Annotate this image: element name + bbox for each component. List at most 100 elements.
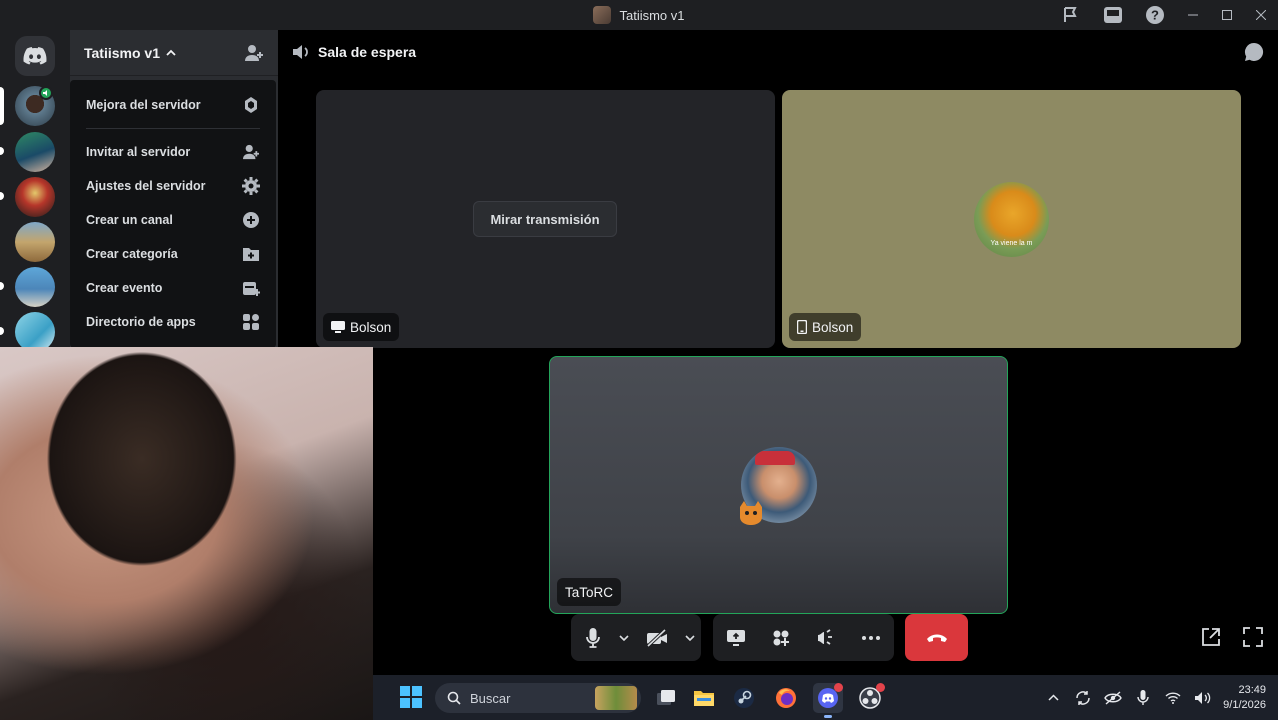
tile-username: Bolson bbox=[812, 319, 854, 335]
menu-item-label: Ajustes del servidor bbox=[86, 179, 206, 193]
photo-overlay-image bbox=[0, 347, 373, 720]
unread-pill bbox=[0, 282, 4, 290]
title-bar: Tatiismo v1 ? bbox=[0, 0, 1278, 30]
menu-item-create-category[interactable]: Crear categoría bbox=[78, 237, 268, 271]
screen-share-icon bbox=[331, 321, 345, 333]
server-icon-6[interactable] bbox=[15, 312, 55, 352]
wifi-icon[interactable] bbox=[1158, 675, 1188, 720]
mobile-user-tile[interactable]: Ya viene la m Bolson bbox=[782, 90, 1241, 348]
audio-options-button[interactable] bbox=[615, 614, 633, 661]
tile-user-label: TaToRC bbox=[557, 578, 622, 606]
notification-badge bbox=[834, 683, 843, 692]
speaker-icon bbox=[293, 45, 308, 59]
taskbar-search[interactable]: Buscar bbox=[435, 683, 641, 713]
menu-item-server-boost[interactable]: Mejora del servidor bbox=[78, 88, 268, 122]
share-screen-button[interactable] bbox=[713, 614, 758, 661]
flag-icon[interactable] bbox=[1050, 0, 1092, 30]
menu-item-app-directory[interactable]: Directorio de apps bbox=[78, 305, 268, 339]
windows-start-button[interactable] bbox=[400, 686, 422, 713]
volume-icon[interactable] bbox=[1188, 675, 1218, 720]
cat-decoration-icon bbox=[736, 497, 766, 527]
obs-button[interactable] bbox=[855, 683, 885, 713]
menu-divider bbox=[86, 128, 260, 129]
search-highlight-image bbox=[595, 686, 637, 710]
steam-button[interactable] bbox=[729, 683, 759, 713]
clock-time: 23:49 bbox=[1238, 683, 1266, 696]
system-clock[interactable]: 23:49 9/1/2026 bbox=[1218, 683, 1278, 713]
audio-video-controls bbox=[571, 614, 701, 661]
server-icon-3[interactable] bbox=[15, 177, 55, 217]
server-dropdown-menu: Mejora del servidor Invitar al servidor … bbox=[70, 80, 276, 348]
server-header[interactable]: Tatiismo v1 bbox=[70, 30, 278, 76]
folder-icon bbox=[694, 691, 714, 706]
title-bar-actions: ? bbox=[1050, 0, 1278, 30]
server-icon-4[interactable] bbox=[15, 222, 55, 262]
help-icon[interactable]: ? bbox=[1134, 0, 1176, 30]
search-icon bbox=[447, 691, 461, 705]
minimize-button[interactable] bbox=[1176, 0, 1210, 30]
steam-icon bbox=[734, 688, 754, 708]
task-view-icon bbox=[657, 690, 675, 705]
menu-item-create-channel[interactable]: Crear un canal bbox=[78, 203, 268, 237]
santa-hat bbox=[755, 451, 795, 465]
menu-item-label: Directorio de apps bbox=[86, 315, 196, 329]
menu-item-server-settings[interactable]: Ajustes del servidor bbox=[78, 169, 268, 203]
activities-button[interactable] bbox=[758, 614, 803, 661]
stream-tile[interactable]: Mirar transmisión Bolson bbox=[316, 90, 775, 348]
watch-stream-button[interactable]: Mirar transmisión bbox=[473, 201, 617, 237]
microphone-icon[interactable] bbox=[1128, 675, 1158, 720]
add-member-icon[interactable] bbox=[244, 44, 264, 62]
menu-item-label: Crear evento bbox=[86, 281, 163, 295]
menu-item-create-event[interactable]: Crear evento bbox=[78, 271, 268, 305]
server-panel: Tatiismo v1 Mejora del servidor Invitar … bbox=[70, 30, 278, 348]
mobile-phone-icon bbox=[797, 320, 807, 334]
activity-icon bbox=[773, 630, 789, 646]
chevron-up-icon bbox=[166, 49, 176, 56]
inbox-icon[interactable] bbox=[1092, 0, 1134, 30]
more-horizontal-icon bbox=[861, 635, 880, 640]
clock-date: 9/1/2026 bbox=[1223, 698, 1266, 711]
unread-pill bbox=[0, 147, 4, 155]
more-options-button[interactable] bbox=[848, 614, 893, 661]
tile-username: TaToRC bbox=[565, 584, 614, 600]
folder-plus-icon bbox=[242, 245, 260, 263]
windows-logo-icon bbox=[400, 686, 422, 708]
voice-channel-header: Sala de espera bbox=[278, 30, 1278, 74]
fullscreen-icon bbox=[1243, 627, 1263, 647]
user-avatar: Ya viene la m bbox=[974, 182, 1049, 257]
svg-text:?: ? bbox=[1151, 8, 1159, 23]
menu-item-invite[interactable]: Invitar al servidor bbox=[78, 135, 268, 169]
camera-button[interactable] bbox=[633, 614, 681, 661]
close-button[interactable] bbox=[1244, 0, 1278, 30]
server-icon-2[interactable] bbox=[15, 132, 55, 172]
soundboard-button[interactable] bbox=[803, 614, 848, 661]
avatar-caption: Ya viene la m bbox=[990, 240, 1033, 247]
firefox-icon bbox=[776, 688, 796, 708]
file-explorer-button[interactable] bbox=[689, 683, 719, 713]
sync-icon[interactable] bbox=[1068, 675, 1098, 720]
chat-icon[interactable] bbox=[1244, 42, 1264, 67]
popout-button[interactable] bbox=[1200, 626, 1222, 648]
gear-icon bbox=[242, 177, 260, 195]
tile-user-label: Bolson bbox=[789, 313, 862, 341]
speaker-icon bbox=[39, 86, 53, 100]
firefox-button[interactable] bbox=[771, 683, 801, 713]
chevron-up-icon[interactable] bbox=[1038, 675, 1068, 720]
disconnect-button[interactable] bbox=[905, 614, 968, 661]
fullscreen-button[interactable] bbox=[1242, 626, 1264, 648]
video-options-button[interactable] bbox=[681, 614, 699, 661]
chevron-down-icon bbox=[619, 634, 629, 641]
screen-share-icon bbox=[726, 629, 745, 646]
maximize-button[interactable] bbox=[1210, 0, 1244, 30]
menu-item-label: Mejora del servidor bbox=[86, 98, 201, 112]
speaking-user-tile[interactable]: TaToRC bbox=[549, 356, 1008, 614]
unread-pill bbox=[0, 192, 4, 200]
eye-off-icon[interactable] bbox=[1098, 675, 1128, 720]
menu-item-label: Invitar al servidor bbox=[86, 145, 191, 159]
discord-taskbar-button[interactable] bbox=[813, 683, 843, 718]
calendar-plus-icon bbox=[242, 279, 260, 297]
discord-home-button[interactable] bbox=[15, 36, 55, 76]
server-icon-5[interactable] bbox=[15, 267, 55, 307]
task-view-button[interactable] bbox=[651, 683, 681, 713]
mute-button[interactable] bbox=[571, 614, 615, 661]
